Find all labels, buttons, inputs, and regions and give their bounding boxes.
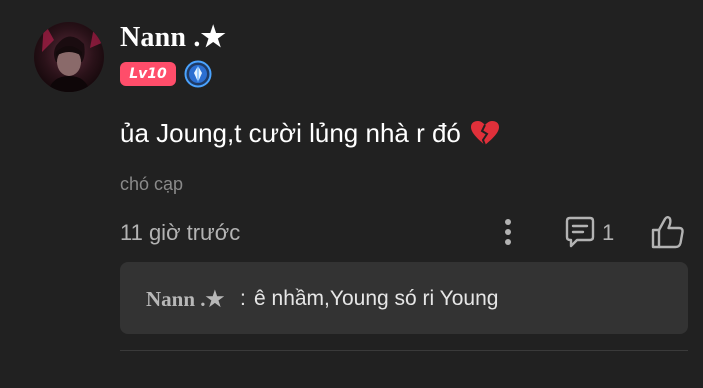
reply-text: ê nhầm,Young só ri Young — [254, 287, 499, 310]
divider — [120, 350, 688, 351]
level-badge: Lv10 — [120, 62, 176, 86]
timestamp: 11 giờ trước — [120, 220, 241, 245]
rank-badge-icon — [184, 60, 212, 88]
reply-comment-icon[interactable] — [563, 215, 597, 249]
reply-separator: : — [240, 287, 246, 310]
avatar[interactable] — [34, 22, 104, 92]
broken-heart-icon — [470, 120, 500, 153]
comment-body: ủa Joung,t cười lủng nhà r đó — [120, 118, 461, 148]
reply-author[interactable]: Nann .★ — [146, 287, 224, 312]
comment-text: ủa Joung,t cười lủng nhà r đó — [120, 118, 500, 153]
comment-tag: chó cạp — [120, 174, 184, 194]
like-thumb-icon[interactable] — [650, 214, 686, 250]
more-options-icon[interactable] — [498, 216, 518, 248]
username[interactable]: Nann .★ — [120, 20, 226, 54]
reply-count: 1 — [602, 220, 615, 245]
reply-preview[interactable]: Nann .★ : ê nhầm,Young só ri Young — [120, 262, 688, 334]
